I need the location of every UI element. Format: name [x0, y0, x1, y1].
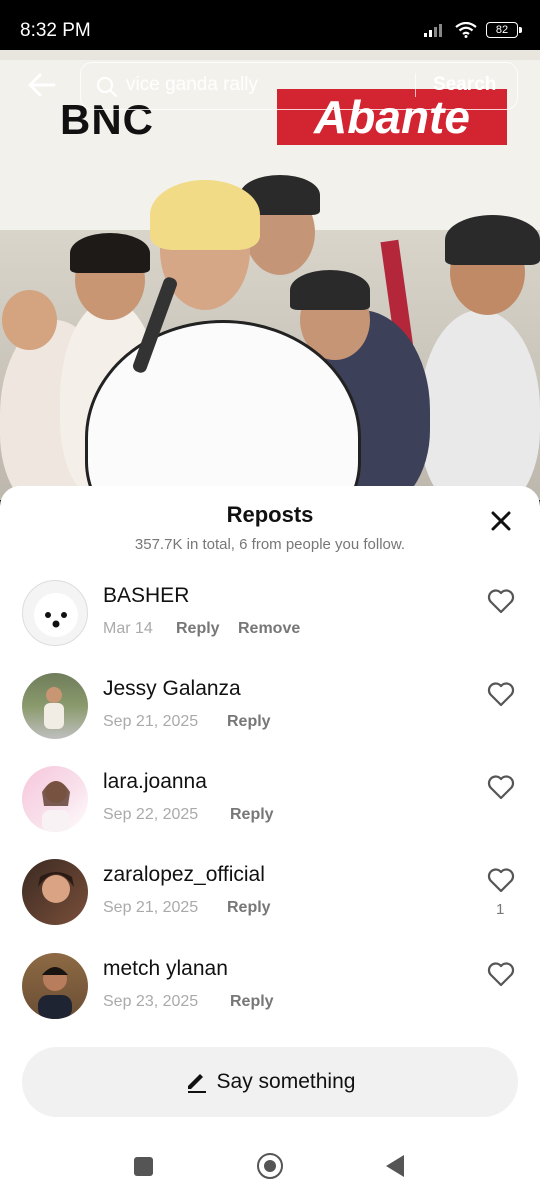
avatar[interactable]: [22, 953, 88, 1019]
repost-item[interactable]: BASHER Mar 14 Reply Remove: [0, 580, 540, 670]
pencil-icon: [187, 1074, 206, 1093]
person-avatar-image: [38, 872, 74, 903]
reply-button[interactable]: Reply: [227, 713, 271, 731]
video-person-head: [2, 290, 57, 350]
repost-item[interactable]: lara.joanna Sep 22, 2025 Reply: [0, 766, 540, 856]
repost-date: Sep 22, 2025: [103, 806, 199, 823]
say-something-button[interactable]: Say something: [22, 1047, 518, 1117]
back-nav-button[interactable]: [386, 1155, 404, 1177]
repost-date: Sep 21, 2025: [103, 899, 199, 916]
dog-avatar-image: [34, 593, 78, 637]
reply-button[interactable]: Reply: [176, 620, 220, 638]
sheet-subtitle: 357.7K in total, 6 from people you follo…: [134, 536, 406, 553]
repost-item[interactable]: zaralopez_official Sep 21, 2025 Reply 1: [0, 859, 540, 949]
video-person-cap: [445, 215, 540, 265]
repost-item[interactable]: Jessy Galanza Sep 21, 2025 Reply: [0, 673, 540, 763]
back-button[interactable]: [27, 70, 57, 105]
avatar[interactable]: [22, 580, 88, 646]
arrow-left-icon: [28, 73, 56, 97]
status-time: 8:32 PM: [20, 20, 91, 41]
heart-icon[interactable]: [487, 867, 515, 893]
repost-date: Sep 23, 2025: [103, 993, 199, 1010]
close-icon: [491, 511, 511, 531]
search-input[interactable]: vice ganda rally: [126, 74, 258, 96]
reply-button[interactable]: Reply: [230, 806, 274, 824]
avatar[interactable]: [22, 673, 88, 739]
status-bar: 8:32 PM 82: [0, 0, 540, 50]
avatar[interactable]: [22, 859, 88, 925]
repost-username[interactable]: zaralopez_official: [103, 863, 265, 887]
avatar[interactable]: [22, 766, 88, 832]
search-icon: [96, 76, 118, 103]
reply-button[interactable]: Reply: [227, 899, 271, 917]
repost-date: Sep 21, 2025: [103, 713, 199, 730]
wifi-icon: [455, 22, 477, 38]
person-avatar-image: [38, 967, 72, 1019]
signal-icon: [424, 24, 442, 37]
status-icons: 82: [424, 22, 522, 38]
close-button[interactable]: [488, 508, 514, 539]
search-divider: [415, 73, 416, 97]
video-person-right: [420, 310, 540, 500]
remove-button[interactable]: Remove: [238, 620, 300, 638]
heart-icon[interactable]: [487, 774, 515, 800]
person-avatar-image: [44, 687, 64, 729]
say-something-label: Say something: [216, 1070, 356, 1093]
like-count: 1: [496, 901, 505, 918]
heart-icon[interactable]: [487, 681, 515, 707]
video-person-hair: [70, 233, 150, 273]
battery-icon: 82: [486, 22, 522, 38]
repost-username[interactable]: BASHER: [103, 584, 189, 608]
repost-date: Mar 14: [103, 620, 153, 637]
recent-apps-button[interactable]: [134, 1157, 153, 1176]
heart-icon[interactable]: [487, 961, 515, 987]
repost-username[interactable]: lara.joanna: [103, 770, 207, 794]
video-person-cap: [290, 270, 370, 310]
home-button[interactable]: [257, 1153, 283, 1179]
repost-username[interactable]: metch ylanan: [103, 957, 228, 981]
search-button[interactable]: Search: [433, 74, 496, 96]
sheet-title: Reposts: [226, 502, 314, 527]
video-speaker-hair: [150, 180, 260, 250]
repost-item[interactable]: metch ylanan Sep 23, 2025 Reply: [0, 953, 540, 1043]
reply-button[interactable]: Reply: [230, 993, 274, 1011]
repost-username[interactable]: Jessy Galanza: [103, 677, 241, 701]
person-avatar-image: [42, 781, 70, 832]
heart-icon[interactable]: [487, 588, 515, 614]
